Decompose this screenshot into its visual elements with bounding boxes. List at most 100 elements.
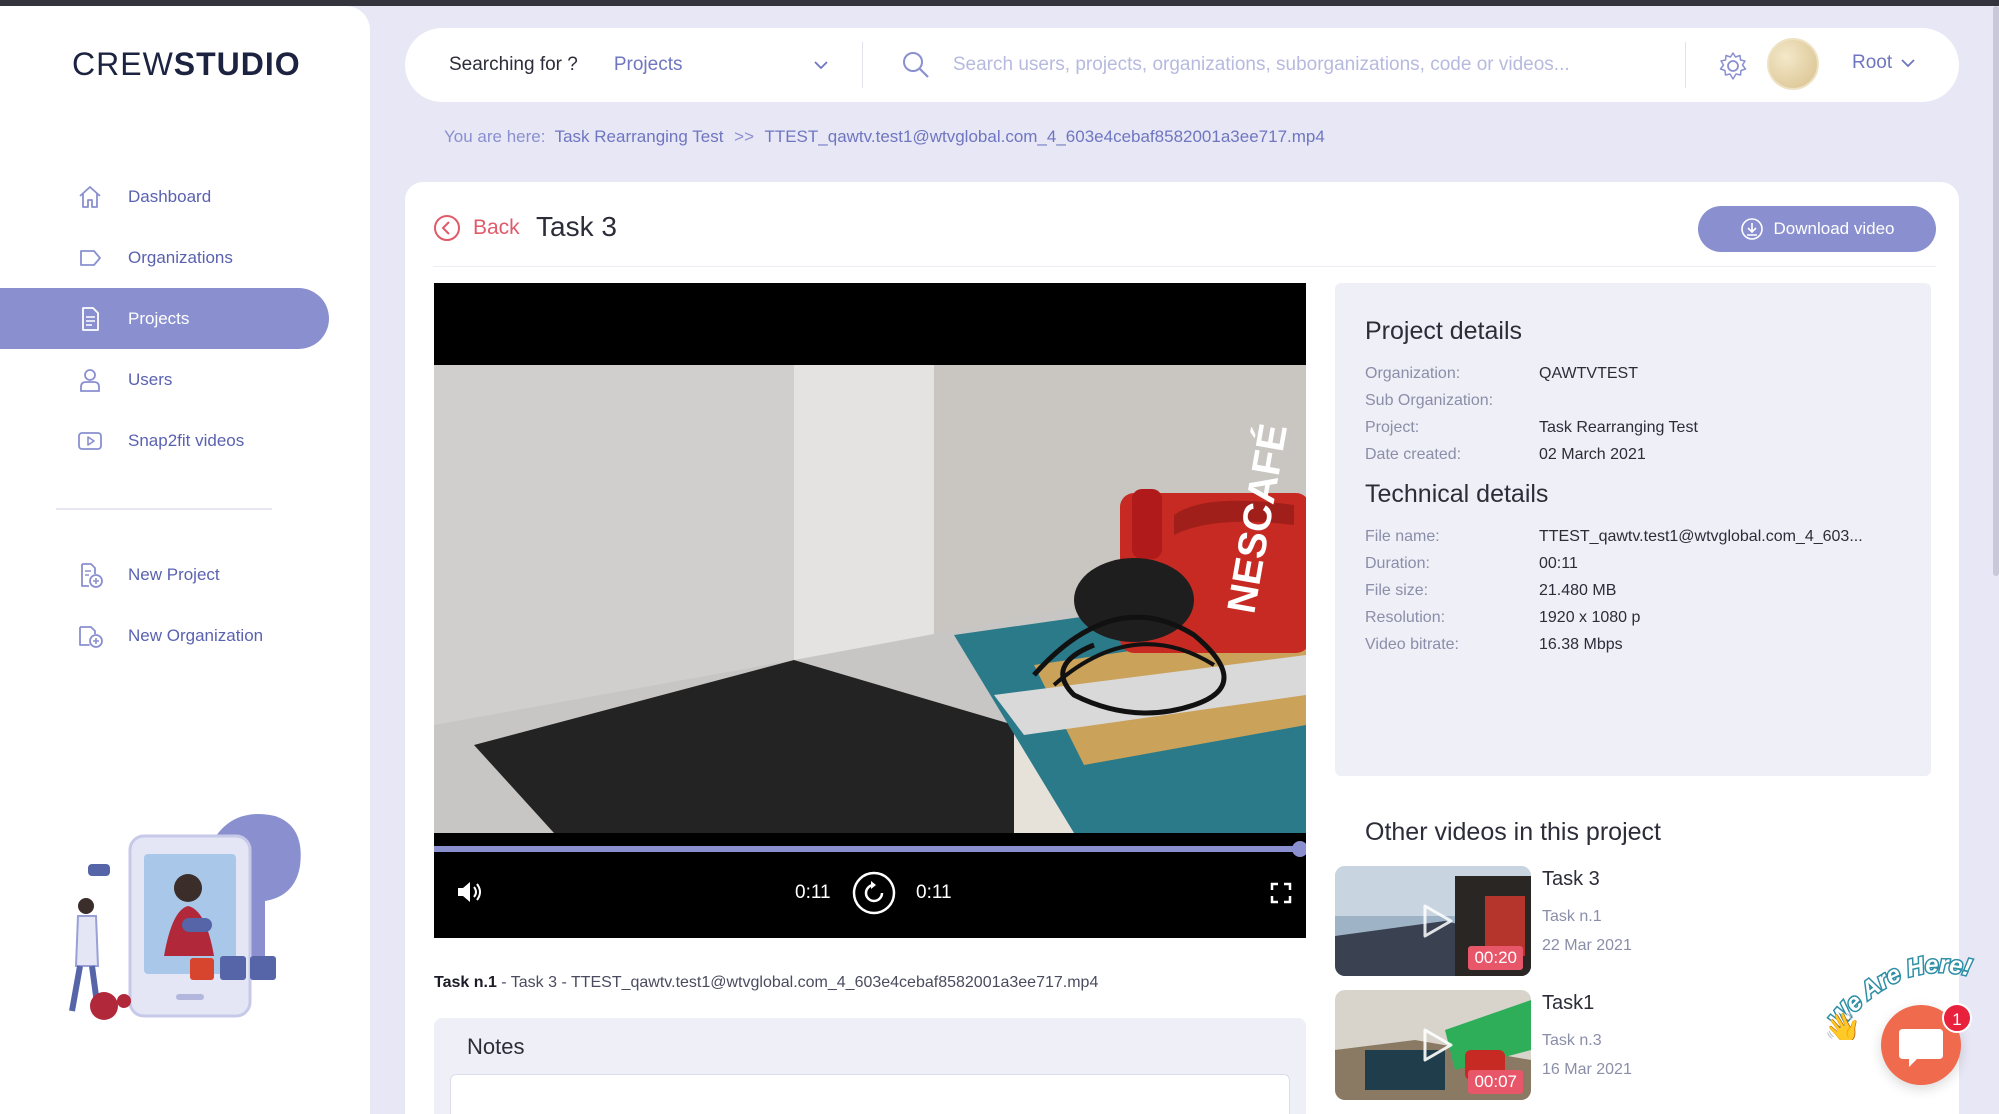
sidebar-item-label: Projects: [128, 308, 190, 328]
download-icon: [1740, 218, 1763, 240]
document-icon: [76, 305, 104, 333]
home-icon: [76, 183, 104, 211]
detail-row-video-bitrate: Video bitrate: 16.38 Mbps: [1365, 636, 1909, 654]
video-frame: NESCAFÉ: [434, 365, 1306, 833]
search-scope-select[interactable]: Projects: [614, 54, 814, 76]
user-menu[interactable]: Root: [1852, 52, 1916, 74]
avatar[interactable]: [1767, 38, 1819, 90]
other-video-task: Task n.3: [1542, 1032, 1602, 1049]
gear-icon[interactable]: [1717, 50, 1749, 82]
sidebar-item-new-organization[interactable]: New Organization: [0, 605, 370, 666]
sidebar-divider: [56, 508, 272, 510]
user-name: Root: [1852, 52, 1893, 73]
download-video-button[interactable]: Download video: [1698, 206, 1936, 252]
detail-value: 16.38 Mbps: [1539, 636, 1623, 653]
other-video-name: Task1: [1542, 992, 1595, 1014]
video-detail-card: Back Task 3 Download video NESCAFÉ 0:11 …: [405, 182, 1959, 1114]
sidebar-item-label: Users: [128, 369, 173, 389]
play-icon: [1423, 904, 1453, 938]
chevron-down-icon[interactable]: [814, 57, 834, 73]
caption-text: - Task 3 - TTEST_qawtv.test1@wtvglobal.c…: [496, 974, 1099, 991]
detail-row-sub-organization: Sub Organization:: [1365, 392, 1909, 410]
project-details-title: Project details: [1365, 317, 1523, 345]
page-scrollbar[interactable]: [1993, 6, 1999, 576]
detail-key: Video bitrate:: [1365, 636, 1459, 653]
sidebar-item-new-project[interactable]: New Project: [0, 544, 370, 605]
other-video-task: Task n.1: [1542, 908, 1602, 925]
detail-value: Task Rearranging Test: [1539, 419, 1698, 436]
header-divider: [433, 266, 1936, 267]
detail-row-date-created: Date created: 02 March 2021: [1365, 446, 1909, 464]
detail-value: 02 March 2021: [1539, 446, 1646, 463]
other-video-name: Task 3: [1542, 868, 1600, 890]
global-search-bar: Searching for ? Projects Root: [405, 28, 1959, 102]
detail-key: Resolution:: [1365, 609, 1446, 626]
other-video-date: 16 Mar 2021: [1542, 1061, 1632, 1078]
other-video-date: 22 Mar 2021: [1542, 937, 1632, 954]
chevron-down-icon: [1901, 59, 1916, 68]
sidebar-item-dashboard[interactable]: Dashboard: [0, 166, 370, 227]
video-progress-handle[interactable]: [1292, 841, 1306, 857]
sidebar-nav: Dashboard Organizations Projects Users S…: [0, 166, 370, 471]
logo-text-light: CREW: [72, 46, 174, 82]
waving-hand-icon: 👋: [1824, 1011, 1861, 1040]
detail-key: File size:: [1365, 582, 1429, 599]
search-input[interactable]: [952, 54, 1653, 76]
detail-value: 21.480 MB: [1539, 582, 1617, 599]
detail-row-organization: Organization: QAWTVTEST: [1365, 365, 1909, 383]
sidebar-item-label: New Project: [128, 564, 220, 584]
sidebar-item-projects[interactable]: Projects: [0, 288, 329, 349]
detail-value: QAWTVTEST: [1539, 365, 1638, 382]
sidebar-item-users[interactable]: Users: [0, 349, 370, 410]
volume-icon[interactable]: [454, 877, 484, 907]
page-title: Task 3: [536, 211, 617, 242]
duration-badge: 00:20: [1468, 946, 1523, 970]
video-thumbnail[interactable]: 00:20: [1335, 866, 1531, 976]
logo-text-bold: STUDIO: [173, 46, 301, 82]
detail-key: Sub Organization:: [1365, 392, 1494, 409]
detail-value: TTEST_qawtv.test1@wtvglobal.com_4_603...: [1539, 528, 1863, 545]
crewstudio-logo[interactable]: CREWSTUDIO: [72, 46, 301, 83]
fullscreen-icon[interactable]: [1270, 882, 1292, 904]
other-video-item[interactable]: 00:20 Task 3 Task n.1 22 Mar 2021: [1335, 866, 1895, 978]
duration-badge: 00:07: [1468, 1070, 1523, 1094]
other-video-item[interactable]: 00:07 Task1 Task n.3 16 Mar 2021: [1335, 990, 1895, 1102]
duration-time: 0:11: [916, 882, 952, 903]
detail-key: Date created:: [1365, 446, 1462, 463]
detail-key: Organization:: [1365, 365, 1461, 382]
video-player[interactable]: NESCAFÉ 0:11 0:11: [434, 283, 1306, 938]
notes-panel: Notes: [434, 1018, 1306, 1114]
other-videos-title: Other videos in this project: [1365, 818, 1661, 846]
chat-unread-badge: 1: [1942, 1003, 1972, 1033]
tag-icon: [76, 244, 104, 272]
detail-key: File name:: [1365, 528, 1440, 545]
back-button[interactable]: Back: [433, 214, 520, 242]
detail-row-project: Project: Task Rearranging Test: [1365, 419, 1909, 437]
sidebar-item-organizations[interactable]: Organizations: [0, 227, 370, 288]
video-progress-fill: [434, 846, 1306, 852]
sidebar-item-snap2fit-videos[interactable]: Snap2fit videos: [0, 410, 370, 471]
breadcrumb-project-link[interactable]: Task Rearranging Test: [555, 127, 724, 146]
detail-row-resolution: Resolution: 1920 x 1080 p: [1365, 609, 1909, 627]
current-time: 0:11: [795, 882, 831, 903]
user-icon: [76, 366, 104, 394]
search-icon[interactable]: [901, 50, 931, 80]
notes-title: Notes: [467, 1034, 525, 1059]
notes-textarea[interactable]: [450, 1074, 1290, 1114]
detail-row-duration: Duration: 00:11: [1365, 555, 1909, 573]
detail-value: 1920 x 1080 p: [1539, 609, 1641, 626]
breadcrumb-label: You are here:: [444, 127, 546, 146]
video-thumbnail[interactable]: 00:07: [1335, 990, 1531, 1100]
video-icon: [76, 427, 104, 455]
technical-details-title: Technical details: [1365, 480, 1549, 508]
sidebar-item-label: Snap2fit videos: [128, 430, 245, 450]
breadcrumb-separator: >>: [734, 127, 755, 146]
detail-key: Duration:: [1365, 555, 1430, 572]
search-prefix-label: Searching for ?: [449, 54, 578, 75]
replay-icon[interactable]: [852, 871, 896, 915]
sidebar-item-label: Dashboard: [128, 186, 212, 206]
video-caption: Task n.1 - Task 3 - TTEST_qawtv.test1@wt…: [434, 974, 1098, 992]
back-label: Back: [473, 216, 520, 239]
breadcrumb-video-link[interactable]: TTEST_qawtv.test1@wtvglobal.com_4_603e4c…: [764, 127, 1324, 146]
sidebar-actions: New Project New Organization: [0, 544, 370, 666]
